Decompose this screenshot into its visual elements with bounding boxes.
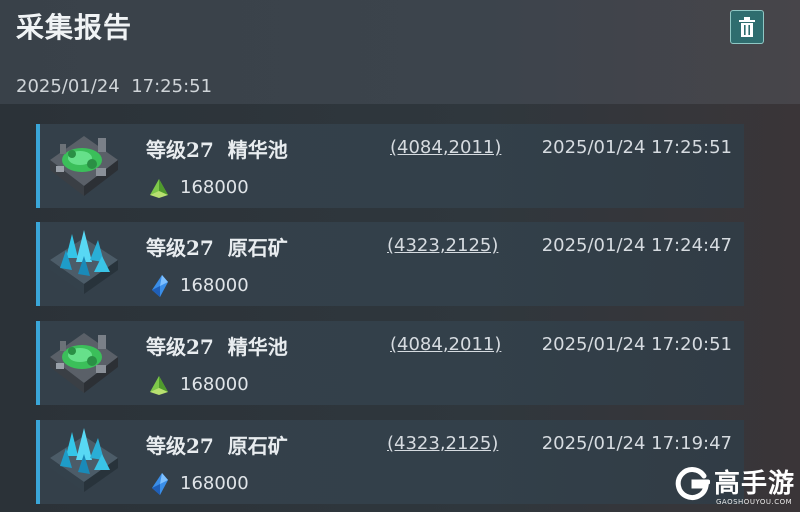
report-item-title: 等级27 精华池 — [146, 138, 288, 162]
ore-mine-icon — [46, 426, 122, 498]
crystal-icon — [148, 472, 170, 496]
report-item-time: 2025/01/24 17:25:51 — [541, 137, 732, 158]
report-item-title: 等级27 原石矿 — [146, 434, 288, 458]
coords-link[interactable]: (4323,2125) — [387, 433, 498, 454]
watermark-subtext: GAOSHOUYOU.COM — [716, 498, 793, 506]
page-title: 采集报告 — [16, 11, 133, 44]
watermark-text: 高手游 — [714, 469, 796, 499]
essence-pool-icon — [46, 130, 122, 202]
trash-icon — [739, 17, 755, 37]
report-item-time: 2025/01/24 17:19:47 — [541, 433, 732, 454]
coords-link[interactable]: (4084,2011) — [390, 137, 501, 158]
watermark-logo-icon — [675, 467, 710, 501]
report-item-time: 2025/01/24 17:20:51 — [541, 334, 732, 355]
report-item[interactable]: 等级27 精华池 (4084,2011) 2025/01/24 17:25:51… — [36, 124, 744, 208]
resource-amount: 168000 — [180, 177, 249, 198]
coords-link[interactable]: (4084,2011) — [390, 334, 501, 355]
essence-icon — [148, 373, 170, 397]
ore-mine-icon — [46, 228, 122, 300]
resource-amount: 168000 — [180, 374, 249, 395]
watermark: 高手游 — [674, 466, 795, 502]
crystal-icon — [148, 274, 170, 298]
report-item-title: 等级27 原石矿 — [146, 236, 288, 260]
report-item[interactable]: 等级27 精华池 (4084,2011) 2025/01/24 17:20:51… — [36, 321, 744, 405]
report-header: 采集报告 2025/01/24 17:25:51 — [0, 0, 800, 104]
report-time: 2025/01/24 17:25:51 — [16, 76, 213, 97]
essence-icon — [148, 176, 170, 200]
delete-button[interactable] — [730, 10, 764, 44]
resource-amount: 168000 — [180, 275, 249, 296]
report-item-title: 等级27 精华池 — [146, 335, 288, 359]
report-item[interactable]: 等级27 原石矿 (4323,2125) 2025/01/24 17:24:47… — [36, 222, 744, 306]
report-item[interactable]: 等级27 原石矿 (4323,2125) 2025/01/24 17:19:47… — [36, 420, 744, 504]
coords-link[interactable]: (4323,2125) — [387, 235, 498, 256]
report-item-time: 2025/01/24 17:24:47 — [541, 235, 732, 256]
essence-pool-icon — [46, 327, 122, 399]
resource-amount: 168000 — [180, 473, 249, 494]
